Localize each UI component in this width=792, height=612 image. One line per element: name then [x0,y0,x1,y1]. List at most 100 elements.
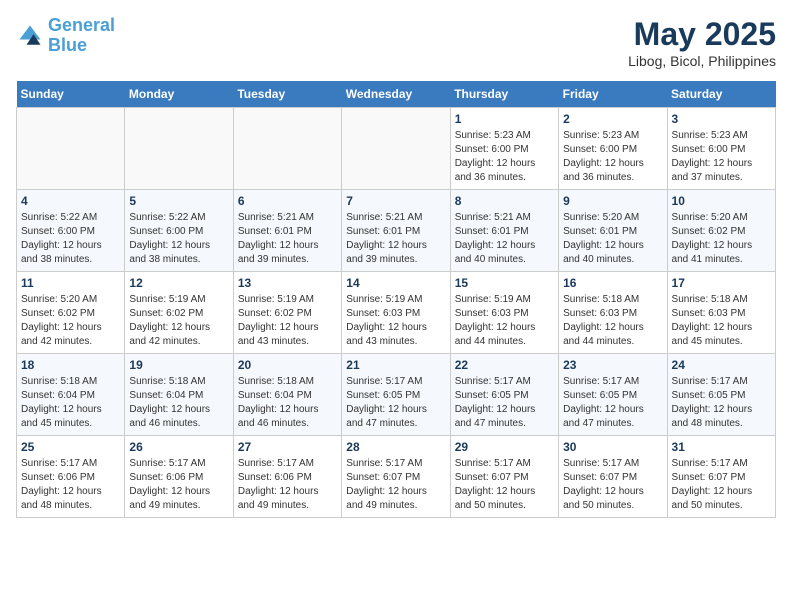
day-info: Sunrise: 5:20 AM Sunset: 6:01 PM Dayligh… [563,211,662,267]
calendar-day-cell: 9Sunrise: 5:20 AM Sunset: 6:01 PM Daylig… [559,190,667,272]
calendar-day-cell: 25Sunrise: 5:17 AM Sunset: 6:06 PM Dayli… [17,436,125,518]
day-info: Sunrise: 5:17 AM Sunset: 6:07 PM Dayligh… [672,457,771,513]
calendar-day-cell: 8 Sunrise: 5:21 AM Sunset: 6:01 PM Daylig… [450,190,558,272]
day-number: 2 [563,112,662,126]
calendar-day-cell: 26 Sunrise: 5:17 AM Sunset: 6:06 PM Dayli… [125,436,233,518]
day-info: Sunrise: 5:18 AM Sunset: 6:04 PM Dayligh… [238,375,337,431]
calendar-day-cell: 1 Sunrise: 5:23 AM Sunset: 6:00 PM Daylig… [450,108,558,190]
day-info: Sunrise: 5:20 AM Sunset: 6:02 PM Dayligh… [21,293,120,349]
day-number: 28 [346,440,445,454]
day-info: Sunrise: 5:17 AM Sunset: 6:06 PM Dayligh… [129,457,228,513]
day-info: Sunrise: 5:17 AM Sunset: 6:05 PM Dayligh… [455,375,554,431]
calendar-day-cell [233,108,341,190]
day-info: Sunrise: 5:21 AM Sunset: 6:01 PM Dayligh… [455,211,554,267]
day-info: Sunrise: 5:23 AM Sunset: 6:00 PM Dayligh… [672,129,771,185]
day-number: 16 [563,276,662,290]
calendar-day-cell: 15 Sunrise: 5:19 AM Sunset: 6:03 PM Dayli… [450,272,558,354]
day-info: Sunrise: 5:19 AM Sunset: 6:02 PM Dayligh… [129,293,228,349]
calendar-day-cell: 18Sunrise: 5:18 AM Sunset: 6:04 PM Dayli… [17,354,125,436]
calendar-table: SundayMondayTuesdayWednesdayThursdayFrid… [16,81,776,518]
weekday-header-sunday: Sunday [17,81,125,108]
day-number: 21 [346,358,445,372]
calendar-day-cell: 5Sunrise: 5:22 AM Sunset: 6:00 PM Daylig… [125,190,233,272]
day-info: Sunrise: 5:21 AM Sunset: 6:01 PM Dayligh… [346,211,445,267]
calendar-subtitle: Libog, Bicol, Philippines [628,53,776,69]
day-number: 15 [455,276,554,290]
calendar-title-block: May 2025 Libog, Bicol, Philippines [628,16,776,69]
logo-icon [16,22,44,50]
calendar-day-cell: 13 Sunrise: 5:19 AM Sunset: 6:02 PM Dayli… [233,272,341,354]
day-number: 1 [455,112,554,126]
calendar-day-cell: 20 Sunrise: 5:18 AM Sunset: 6:04 PM Dayli… [233,354,341,436]
day-info: Sunrise: 5:19 AM Sunset: 6:03 PM Dayligh… [346,293,445,349]
day-info: Sunrise: 5:17 AM Sunset: 6:06 PM Dayligh… [21,457,120,513]
weekday-row: SundayMondayTuesdayWednesdayThursdayFrid… [17,81,776,108]
calendar-day-cell: 11 Sunrise: 5:20 AM Sunset: 6:02 PM Dayli… [17,272,125,354]
day-number: 7 [346,194,445,208]
day-info: Sunrise: 5:18 AM Sunset: 6:04 PM Dayligh… [21,375,120,431]
day-info: Sunrise: 5:23 AM Sunset: 6:00 PM Dayligh… [455,129,554,185]
day-info: Sunrise: 5:18 AM Sunset: 6:03 PM Dayligh… [672,293,771,349]
calendar-day-cell: 12Sunrise: 5:19 AM Sunset: 6:02 PM Dayli… [125,272,233,354]
calendar-day-cell: 14 Sunrise: 5:19 AM Sunset: 6:03 PM Dayli… [342,272,450,354]
calendar-day-cell: 30Sunrise: 5:17 AM Sunset: 6:07 PM Dayli… [559,436,667,518]
day-number: 26 [129,440,228,454]
day-number: 11 [21,276,120,290]
day-info: Sunrise: 5:17 AM Sunset: 6:05 PM Dayligh… [672,375,771,431]
day-number: 8 [455,194,554,208]
weekday-header-friday: Friday [559,81,667,108]
logo: General Blue [16,16,115,56]
day-number: 14 [346,276,445,290]
calendar-week-5: 25Sunrise: 5:17 AM Sunset: 6:06 PM Dayli… [17,436,776,518]
calendar-day-cell: 27 Sunrise: 5:17 AM Sunset: 6:06 PM Dayli… [233,436,341,518]
day-number: 4 [21,194,120,208]
calendar-header: SundayMondayTuesdayWednesdayThursdayFrid… [17,81,776,108]
weekday-header-tuesday: Tuesday [233,81,341,108]
day-info: Sunrise: 5:17 AM Sunset: 6:07 PM Dayligh… [455,457,554,513]
day-number: 29 [455,440,554,454]
page-header: General Blue May 2025 Libog, Bicol, Phil… [16,16,776,69]
day-number: 3 [672,112,771,126]
calendar-day-cell: 19Sunrise: 5:18 AM Sunset: 6:04 PM Dayli… [125,354,233,436]
calendar-day-cell: 29 Sunrise: 5:17 AM Sunset: 6:07 PM Dayli… [450,436,558,518]
day-info: Sunrise: 5:17 AM Sunset: 6:06 PM Dayligh… [238,457,337,513]
day-info: Sunrise: 5:17 AM Sunset: 6:05 PM Dayligh… [563,375,662,431]
calendar-day-cell: 24Sunrise: 5:17 AM Sunset: 6:05 PM Dayli… [667,354,775,436]
calendar-week-1: 1 Sunrise: 5:23 AM Sunset: 6:00 PM Daylig… [17,108,776,190]
weekday-header-monday: Monday [125,81,233,108]
calendar-week-2: 4Sunrise: 5:22 AM Sunset: 6:00 PM Daylig… [17,190,776,272]
day-info: Sunrise: 5:23 AM Sunset: 6:00 PM Dayligh… [563,129,662,185]
calendar-day-cell: 22 Sunrise: 5:17 AM Sunset: 6:05 PM Dayli… [450,354,558,436]
weekday-header-saturday: Saturday [667,81,775,108]
weekday-header-wednesday: Wednesday [342,81,450,108]
calendar-title: May 2025 [628,16,776,53]
day-number: 13 [238,276,337,290]
day-number: 5 [129,194,228,208]
calendar-day-cell [17,108,125,190]
day-number: 17 [672,276,771,290]
calendar-day-cell: 4Sunrise: 5:22 AM Sunset: 6:00 PM Daylig… [17,190,125,272]
calendar-day-cell: 23Sunrise: 5:17 AM Sunset: 6:05 PM Dayli… [559,354,667,436]
day-info: Sunrise: 5:17 AM Sunset: 6:07 PM Dayligh… [346,457,445,513]
day-info: Sunrise: 5:17 AM Sunset: 6:07 PM Dayligh… [563,457,662,513]
calendar-day-cell: 2 Sunrise: 5:23 AM Sunset: 6:00 PM Daylig… [559,108,667,190]
calendar-day-cell: 10Sunrise: 5:20 AM Sunset: 6:02 PM Dayli… [667,190,775,272]
calendar-day-cell: 31Sunrise: 5:17 AM Sunset: 6:07 PM Dayli… [667,436,775,518]
calendar-week-4: 18Sunrise: 5:18 AM Sunset: 6:04 PM Dayli… [17,354,776,436]
day-info: Sunrise: 5:21 AM Sunset: 6:01 PM Dayligh… [238,211,337,267]
day-number: 19 [129,358,228,372]
weekday-header-thursday: Thursday [450,81,558,108]
calendar-day-cell: 3 Sunrise: 5:23 AM Sunset: 6:00 PM Daylig… [667,108,775,190]
calendar-body: 1 Sunrise: 5:23 AM Sunset: 6:00 PM Daylig… [17,108,776,518]
calendar-day-cell: 28 Sunrise: 5:17 AM Sunset: 6:07 PM Dayli… [342,436,450,518]
calendar-day-cell: 7 Sunrise: 5:21 AM Sunset: 6:01 PM Daylig… [342,190,450,272]
day-number: 10 [672,194,771,208]
calendar-week-3: 11 Sunrise: 5:20 AM Sunset: 6:02 PM Dayli… [17,272,776,354]
day-info: Sunrise: 5:18 AM Sunset: 6:03 PM Dayligh… [563,293,662,349]
day-number: 22 [455,358,554,372]
day-number: 6 [238,194,337,208]
day-info: Sunrise: 5:19 AM Sunset: 6:03 PM Dayligh… [455,293,554,349]
day-info: Sunrise: 5:19 AM Sunset: 6:02 PM Dayligh… [238,293,337,349]
day-number: 27 [238,440,337,454]
day-number: 20 [238,358,337,372]
